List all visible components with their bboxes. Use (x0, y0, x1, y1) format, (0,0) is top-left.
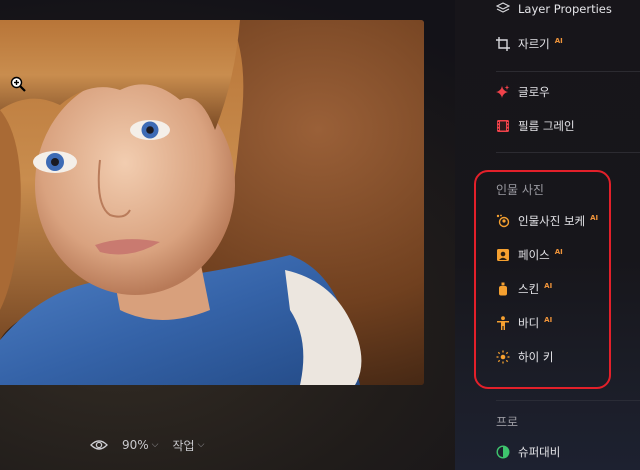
panel-item-layer-properties[interactable]: Layer Properties (496, 2, 612, 16)
photo-canvas[interactable] (0, 20, 424, 385)
preview-toggle[interactable] (90, 439, 108, 451)
zoom-level: 90% (122, 438, 149, 452)
actions-dropdown[interactable]: 작업 ⌵ (173, 437, 205, 454)
eye-icon (90, 440, 108, 450)
sparkle-icon (496, 85, 510, 98)
chevron-down-icon: ⌵ (151, 440, 159, 450)
panel-item-glow[interactable]: 글로우 (496, 84, 550, 100)
panel-item-label: 슈퍼대비 (518, 445, 561, 459)
panel-divider (496, 152, 640, 153)
film-icon (497, 120, 509, 132)
section-title-pro: 프로 (496, 415, 519, 429)
crop-icon (496, 37, 510, 51)
portrait-photo (0, 20, 424, 385)
contrast-icon (496, 445, 510, 459)
portrait-section-highlight (474, 170, 611, 389)
chevron-down-icon: ⌵ (197, 440, 205, 450)
panel-divider (496, 71, 640, 72)
panel-item-super-contrast[interactable]: 슈퍼대비 (496, 444, 560, 460)
panel-item-label: 글로우 (518, 85, 550, 99)
panel-item-label: 필름 그레인 (518, 119, 575, 133)
layers-icon (496, 2, 510, 13)
ai-badge: AI (554, 37, 563, 45)
view-toolbar: 90% ⌵ 작업 ⌵ (90, 436, 204, 454)
zoom-in-cursor-icon (10, 76, 26, 92)
panel-item-label: 자르기 (518, 37, 550, 51)
actions-label: 작업 (172, 438, 195, 453)
panel-item-crop[interactable]: 자르기 AI (496, 36, 563, 52)
zoom-dropdown[interactable]: 90% ⌵ (122, 438, 159, 452)
panel-item-film-grain[interactable]: 필름 그레인 (496, 118, 575, 134)
panel-item-label: Layer Properties (518, 2, 612, 16)
panel-divider (496, 400, 640, 401)
